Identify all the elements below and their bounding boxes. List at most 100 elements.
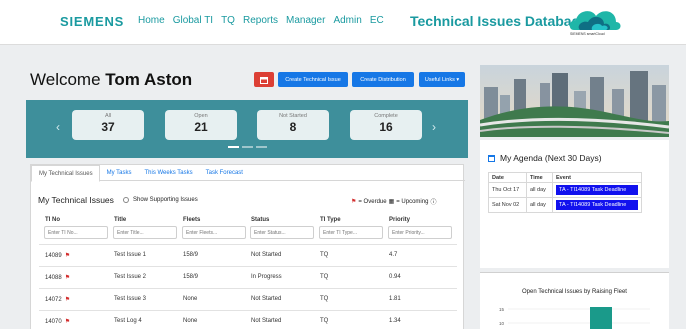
nav-admin[interactable]: Admin — [333, 15, 361, 26]
cell-title: Test Log 4 — [114, 318, 142, 324]
status-legend: ⚑ = Overdue ▦ = Upcoming ⓘ — [351, 197, 436, 207]
table-row[interactable]: 14089 ⚑ Test Issue 1 158/9 Not Started TQ… — [39, 244, 457, 266]
ti-no-text: 14089 — [45, 253, 62, 259]
nav-home[interactable]: Home — [138, 15, 165, 26]
stats-carousel: ‹ All 37 Open 21 Not Started 8 Complete … — [26, 100, 468, 158]
carousel-dot[interactable] — [228, 146, 239, 148]
cell-ti-no[interactable]: 14072 ⚑ — [45, 296, 70, 303]
col-header-title[interactable]: Title — [114, 217, 126, 223]
carousel-dot[interactable] — [242, 146, 253, 148]
show-supporting-toggle[interactable]: Show Supporting Issues — [123, 197, 198, 203]
ti-no-text: 14088 — [45, 275, 62, 281]
table-row[interactable]: 14088 ⚑ Test Issue 2 158/9 In Progress TQ… — [39, 266, 457, 288]
top-navbar: SIEMENS Home Global TI TQ Reports Manage… — [0, 0, 686, 45]
useful-links-dropdown[interactable]: Useful Links ▾ — [419, 72, 465, 87]
create-technical-issue-button[interactable]: Create Technical Issue — [278, 72, 348, 87]
fleet-chart-plot: 15 10 — [499, 307, 650, 329]
stat-label: Not Started — [279, 113, 307, 119]
filter-status-input[interactable] — [250, 226, 314, 239]
filter-title-input[interactable] — [113, 226, 177, 239]
cell-fleets: None — [183, 318, 198, 324]
stat-card-complete[interactable]: Complete 16 — [350, 110, 422, 140]
carousel-prev-icon[interactable]: ‹ — [56, 120, 60, 134]
filter-priority-input[interactable] — [388, 226, 452, 239]
nav-reports[interactable]: Reports — [243, 15, 278, 26]
carousel-dot[interactable] — [256, 146, 267, 148]
y-tick-10: 10 — [499, 321, 505, 326]
agenda-event-cell: TA - TI14089 Task Deadline — [552, 182, 642, 198]
cell-status: Not Started — [251, 252, 282, 258]
ti-no-text: 14070 — [45, 319, 62, 325]
cell-status: Not Started — [251, 318, 282, 324]
overdue-flag-icon: ⚑ — [64, 319, 71, 325]
city-banner-image — [480, 65, 669, 137]
agenda-event-link[interactable]: TA - TI14089 Task Deadline — [556, 185, 638, 195]
col-header-ti-type[interactable]: TI Type — [320, 217, 341, 223]
supporting-radio[interactable] — [123, 197, 129, 203]
nav-manager[interactable]: Manager — [286, 15, 325, 26]
agenda-date: Thu Oct 17 — [488, 182, 527, 198]
stat-card-open[interactable]: Open 21 — [165, 110, 237, 140]
col-header-priority[interactable]: Priority — [389, 217, 410, 223]
agenda-col-event: Event — [552, 172, 642, 183]
nav-ec[interactable]: EC — [370, 15, 384, 26]
create-distribution-button[interactable]: Create Distribution — [352, 72, 414, 87]
cell-priority: 4.7 — [389, 252, 398, 258]
filter-ti-type-input[interactable] — [319, 226, 383, 239]
tab-my-technical-issues[interactable]: My Technical Issues — [31, 165, 100, 182]
stat-value: 8 — [289, 120, 297, 134]
supporting-label: Show Supporting Issues — [133, 197, 198, 203]
stat-card-all[interactable]: All 37 — [72, 110, 144, 140]
table-row[interactable]: 14070 ⚑ Test Log 4 None Not Started TQ 1.… — [39, 310, 457, 329]
nav-tq[interactable]: TQ — [221, 15, 235, 26]
panel-tabs: My Technical Issues My Tasks This Weeks … — [31, 165, 465, 182]
agenda-time: all day — [526, 197, 553, 213]
tab-task-forecast[interactable]: Task Forecast — [199, 165, 249, 180]
table-row[interactable]: 14072 ⚑ Test Issue 3 None Not Started TQ … — [39, 288, 457, 310]
brand-logo[interactable]: SIEMENS — [60, 14, 124, 29]
cell-ti-type: TQ — [320, 252, 329, 258]
tab-my-tasks[interactable]: My Tasks — [100, 165, 138, 180]
cell-ti-no[interactable]: 14088 ⚑ — [45, 274, 70, 281]
main-nav: Home Global TI TQ Reports Manager Admin … — [138, 15, 392, 26]
overdue-flag-icon: ⚑ — [64, 297, 71, 303]
ti-no-text: 14072 — [45, 297, 62, 303]
agenda-event-link[interactable]: TA - TI14089 Task Deadline — [556, 200, 638, 210]
nav-global-ti[interactable]: Global TI — [173, 15, 213, 26]
filter-ti-no-input[interactable] — [44, 226, 108, 239]
tab-this-weeks-tasks[interactable]: This Weeks Tasks — [137, 165, 198, 180]
cell-priority: 1.81 — [389, 296, 401, 302]
panel-title: My Technical Issues — [38, 195, 114, 205]
agenda-col-date: Date — [488, 172, 527, 183]
cell-ti-type: TQ — [320, 274, 329, 280]
col-header-status[interactable]: Status — [251, 217, 269, 223]
info-icon[interactable]: ⓘ — [430, 197, 436, 206]
stat-card-not-started[interactable]: Not Started 8 — [257, 110, 329, 140]
cell-ti-type: TQ — [320, 296, 329, 302]
cell-title: Test Issue 3 — [114, 296, 147, 302]
stat-value: 16 — [379, 120, 393, 134]
calendar-icon — [260, 76, 268, 84]
logo-caption: SIEMENS smartCloud — [570, 32, 605, 36]
cell-title: Test Issue 2 — [114, 274, 147, 280]
filter-fleets-input[interactable] — [182, 226, 246, 239]
stat-label: Complete — [374, 113, 398, 119]
calendar-icon — [488, 154, 495, 162]
col-header-fleets[interactable]: Fleets — [183, 217, 200, 223]
legend-overdue: = Overdue — [358, 198, 387, 205]
col-header-ti-no[interactable]: TI No — [45, 217, 60, 223]
chart-bar[interactable] — [590, 307, 612, 329]
agenda-time: all day — [526, 182, 553, 198]
calendar-button[interactable] — [254, 72, 274, 87]
y-tick-15: 15 — [499, 307, 505, 312]
agenda-event-cell: TA - TI14089 Task Deadline — [552, 197, 642, 213]
cell-ti-no[interactable]: 14089 ⚑ — [45, 252, 70, 259]
cell-ti-no[interactable]: 14070 ⚑ — [45, 318, 70, 325]
stat-label: Open — [194, 113, 208, 119]
carousel-next-icon[interactable]: › — [432, 120, 436, 134]
app-title: Technical Issues Database — [410, 13, 588, 29]
city-skyline-illustration — [480, 65, 669, 137]
cell-ti-type: TQ — [320, 318, 329, 324]
agenda-title-text: My Agenda (Next 30 Days) — [500, 153, 602, 163]
cell-fleets: 158/9 — [183, 274, 199, 280]
